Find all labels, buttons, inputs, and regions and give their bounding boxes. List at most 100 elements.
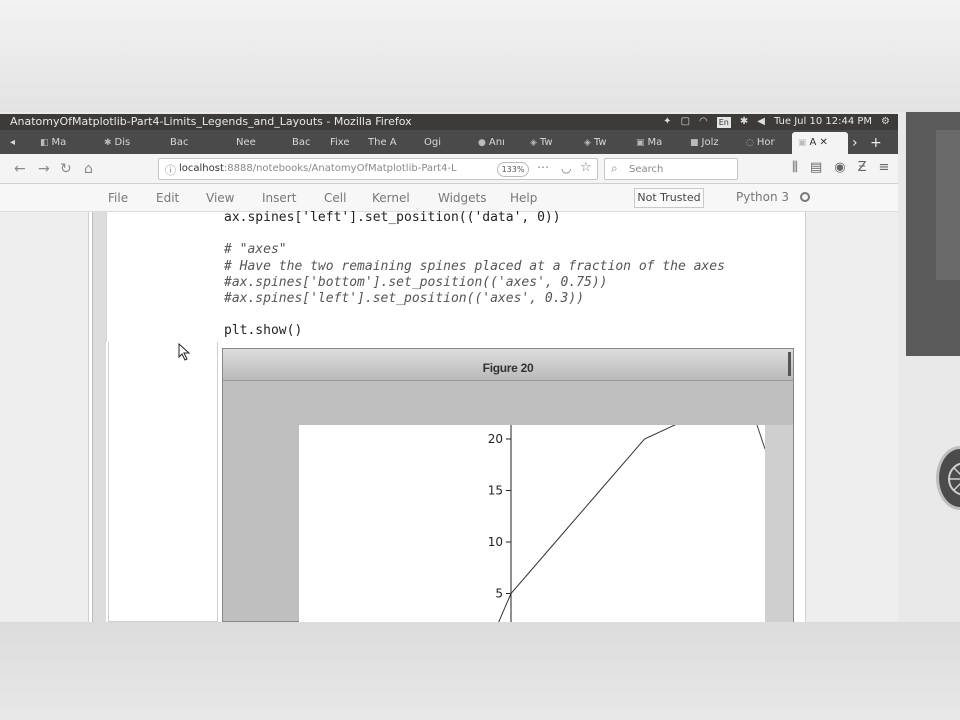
- code-line-0[interactable]: ax.spines['left'].set_position(('data', …: [224, 210, 561, 225]
- tab-2[interactable]: Bac: [170, 132, 189, 154]
- kernel-name[interactable]: Python 3: [736, 190, 789, 204]
- menu-icon[interactable]: ≡: [879, 160, 890, 175]
- page-icon: ▣: [798, 138, 807, 148]
- firefox-window: AnatomyOfMatplotlib-Part4-Limits_Legends…: [0, 114, 898, 622]
- tab-10[interactable]: ◈ Tw: [584, 132, 607, 154]
- new-tab-icon[interactable]: +: [870, 132, 882, 154]
- forward-arrow-icon[interactable]: →: [38, 160, 50, 178]
- y-tick-label: 10: [488, 535, 503, 549]
- figure-title: Figure 20: [482, 361, 534, 375]
- zotero-icon[interactable]: Ƶ: [858, 160, 867, 175]
- sidebar-icon[interactable]: ▤: [810, 160, 822, 175]
- tab-11[interactable]: ▣ Ma: [636, 132, 662, 154]
- navigation-bar: ← → ↻ ⌂ ⓘ localhost:8888/notebooks/Anato…: [0, 154, 898, 184]
- wifi-icon[interactable]: ◠: [699, 114, 708, 130]
- code-line-5[interactable]: plt.show(): [224, 323, 302, 338]
- menu-help[interactable]: Help: [510, 191, 537, 205]
- menu-edit[interactable]: Edit: [156, 191, 179, 205]
- tab-12[interactable]: ■ Jolz: [690, 132, 719, 154]
- back-arrow-icon[interactable]: ←: [14, 160, 26, 178]
- tab-3[interactable]: Nee: [236, 132, 256, 154]
- tab-1[interactable]: ✱ Dis: [104, 132, 130, 154]
- page-icon: ✱: [104, 138, 112, 148]
- window-title: AnatomyOfMatplotlib-Part4-Limits_Legends…: [10, 115, 412, 128]
- gear-icon[interactable]: ⚙: [881, 114, 890, 130]
- zoom-level[interactable]: 133%: [497, 162, 529, 177]
- side-panel-inner: [936, 130, 960, 280]
- back-tabs-icon[interactable]: ◂: [10, 132, 15, 154]
- clock[interactable]: Tue Jul 10 12:44 PM: [774, 114, 872, 130]
- menu-file[interactable]: File: [108, 191, 128, 205]
- language-indicator[interactable]: En: [716, 116, 731, 128]
- volume-icon[interactable]: ◀: [757, 114, 765, 130]
- search-icon: ⌕: [611, 161, 618, 175]
- tab-9[interactable]: ◈ Tw: [530, 132, 553, 154]
- tab-13[interactable]: ◌ Hor: [746, 132, 775, 154]
- figure-window: Figure 20 5 10 15 20: [222, 348, 794, 622]
- extension-icon[interactable]: ◉: [834, 160, 845, 175]
- not-trusted-button[interactable]: Not Trusted: [634, 188, 704, 208]
- tab-8[interactable]: ● Anı: [478, 132, 505, 154]
- plot-canvas: 5 10 15 20: [299, 417, 766, 622]
- code-line-4[interactable]: #ax.spines['left'].set_position(('axes',…: [224, 291, 584, 306]
- app-logo-icon: [936, 446, 960, 510]
- page-icon: ◧: [40, 138, 49, 148]
- y-tick-label: 20: [488, 432, 503, 446]
- page-icon: ●: [478, 138, 486, 148]
- background-bottom: [0, 622, 960, 720]
- toolbar-icons: ⫼ ▤ ◉ Ƶ ≡: [792, 160, 889, 175]
- kernel-status-icon: [800, 192, 810, 202]
- tab-7[interactable]: Ogi: [424, 132, 441, 154]
- close-tab-icon[interactable]: ✕: [820, 137, 828, 148]
- output-prompt: [108, 342, 218, 622]
- url-bar[interactable]: ⓘ localhost:8888/notebooks/AnatomyOfMatp…: [158, 158, 598, 180]
- reload-icon[interactable]: ↻: [60, 160, 72, 178]
- page-actions-icon[interactable]: ⋯: [537, 160, 549, 174]
- series-line-0: [498, 417, 690, 622]
- system-tray: ✦ ▢ ◠ En ✱ ◀ Tue Jul 10 12:44 PM ⚙: [663, 114, 890, 130]
- mouse-cursor-icon: [178, 343, 191, 361]
- bookmark-star-icon[interactable]: ☆: [580, 160, 592, 175]
- page-icon: ■: [690, 138, 699, 148]
- figure-title-bar[interactable]: Figure 20: [223, 349, 793, 381]
- dropbox-icon[interactable]: ✦: [663, 114, 671, 130]
- search-placeholder: Search: [629, 164, 664, 175]
- bluetooth-icon[interactable]: ✱: [740, 114, 748, 130]
- menu-widgets[interactable]: Widgets: [438, 191, 487, 205]
- tab-strip: ◂ ◧ Ma ✱ Dis Bac Nee Bac Fixe The A Ogi ● A…: [0, 130, 898, 154]
- menu-view[interactable]: View: [206, 191, 234, 205]
- line-chart: 5 10 15 20: [488, 417, 766, 622]
- menu-kernel[interactable]: Kernel: [372, 191, 410, 205]
- tab-0[interactable]: ◧ Ma: [40, 132, 66, 154]
- pocket-icon[interactable]: ◡: [561, 161, 571, 175]
- code-line-3[interactable]: #ax.spines['bottom'].set_position(('axes…: [224, 275, 608, 290]
- tab-14-active[interactable]: ▣ A ✕: [792, 132, 848, 154]
- tab-6[interactable]: The A: [368, 132, 397, 154]
- home-icon[interactable]: ⌂: [84, 160, 93, 178]
- page-icon: ◌: [746, 138, 754, 148]
- menu-cell[interactable]: Cell: [324, 191, 346, 205]
- jupyter-menubar: File Edit View Insert Cell Kernel Widget…: [0, 184, 898, 212]
- title-bar: AnatomyOfMatplotlib-Part4-Limits_Legends…: [0, 114, 898, 130]
- info-icon[interactable]: ⓘ: [165, 162, 176, 178]
- series-line-partial: [756, 424, 766, 450]
- code-line-2[interactable]: # Have the two remaining spines placed a…: [224, 259, 725, 274]
- page-icon: ◈: [530, 138, 537, 148]
- tab-scroll-icon[interactable]: ›: [852, 132, 858, 154]
- url-text[interactable]: localhost:8888/notebooks/AnatomyOfMatplo…: [179, 163, 457, 174]
- y-tick-label: 5: [495, 587, 503, 601]
- y-tick-label: 15: [488, 484, 503, 498]
- page-icon: ◈: [584, 138, 591, 148]
- side-panel: [906, 112, 960, 356]
- cell-selection-bar[interactable]: [92, 212, 106, 622]
- tab-4[interactable]: Bac: [292, 132, 311, 154]
- figure-edge-handle: [788, 352, 791, 376]
- chat-icon[interactable]: ▢: [681, 114, 690, 130]
- figure-right-margin: [765, 425, 793, 622]
- search-bar[interactable]: ⌕ Search: [604, 158, 738, 180]
- menu-insert[interactable]: Insert: [262, 191, 296, 205]
- tab-5[interactable]: Fixe: [330, 132, 350, 154]
- background-top: [0, 0, 960, 112]
- library-icon[interactable]: ⫼: [792, 160, 798, 175]
- code-line-1[interactable]: # "axes": [224, 242, 287, 257]
